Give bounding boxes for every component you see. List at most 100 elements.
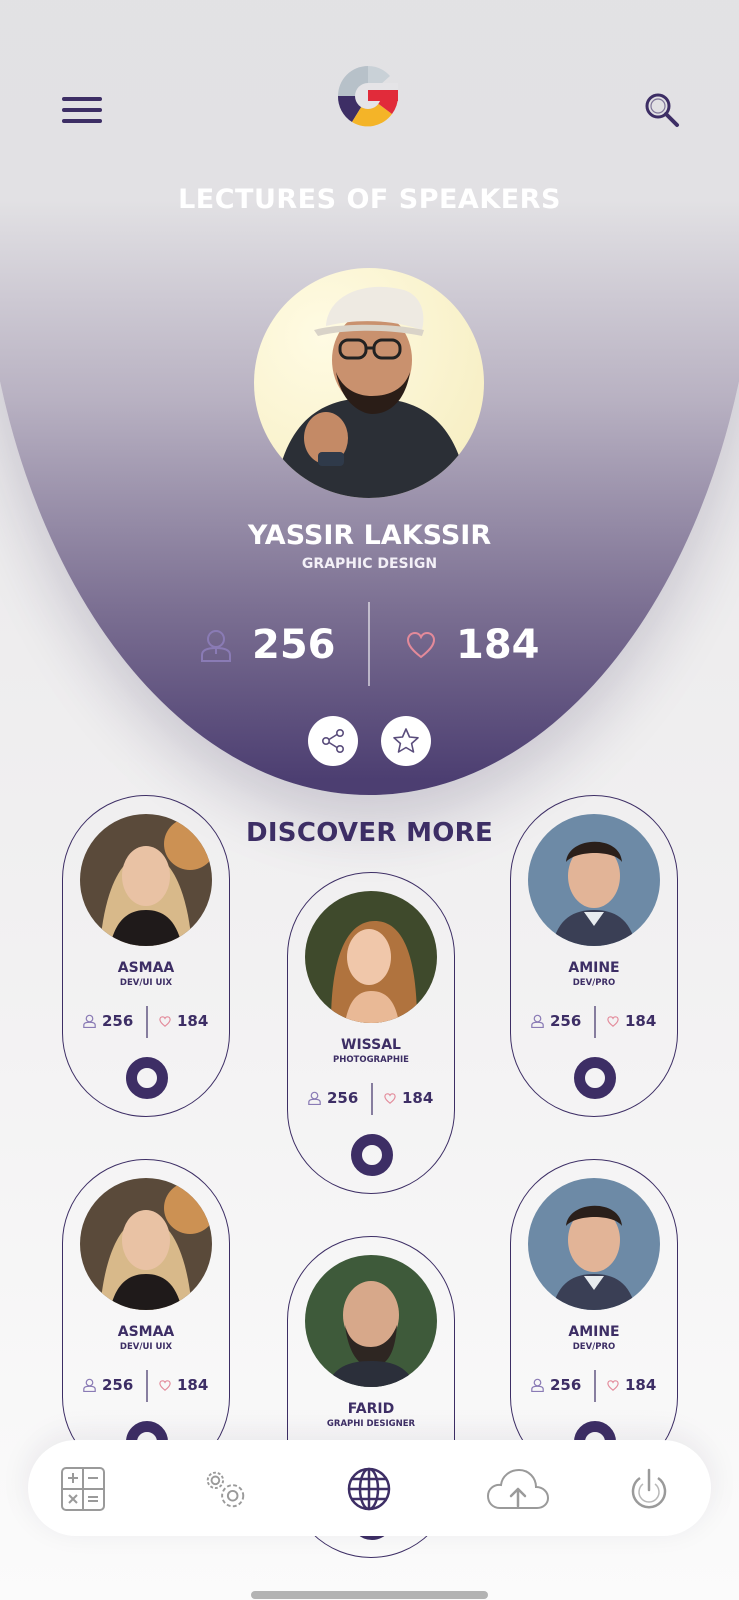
stats-divider — [371, 1083, 373, 1115]
home-indicator[interactable] — [251, 1591, 488, 1599]
app-header — [0, 0, 739, 180]
speaker-card[interactable]: ASMAA DEV/UI UIX 256 184 — [62, 795, 230, 1117]
bottom-navigation — [28, 1440, 711, 1536]
speaker-avatar — [528, 814, 660, 946]
followers-count: 256 — [550, 1376, 582, 1394]
speaker-stats: 256 184 — [511, 1370, 677, 1402]
user-icon — [531, 1014, 544, 1028]
followers-stat: 256 — [308, 1089, 358, 1107]
speaker-role: DEV/PRO — [572, 1342, 616, 1352]
featured-speaker-name: YASSIR LAKSSIR — [247, 520, 492, 551]
likes-count: 184 — [177, 1012, 209, 1030]
speaker-card[interactable]: ASMAA DEV/UI UIX 256 184 — [62, 1159, 230, 1481]
followers-count: 256 — [252, 622, 336, 668]
power-icon — [631, 1468, 667, 1509]
likes-stat: 184 — [607, 1376, 656, 1394]
likes-count: 184 — [456, 622, 540, 668]
search-icon[interactable] — [644, 92, 680, 128]
speaker-name: ASMAA — [117, 960, 175, 976]
nav-calculator[interactable] — [58, 1464, 108, 1514]
likes-count: 184 — [625, 1012, 657, 1030]
calculator-icon — [61, 1467, 105, 1511]
followers-count: 256 — [327, 1089, 359, 1107]
heart-icon — [607, 1015, 619, 1027]
stats-divider — [146, 1370, 148, 1402]
speaker-avatar — [80, 1178, 212, 1310]
nav-upload[interactable] — [486, 1464, 550, 1514]
likes-count: 184 — [625, 1376, 657, 1394]
star-icon — [393, 728, 419, 753]
speaker-name: FARID — [347, 1401, 395, 1417]
nav-settings[interactable] — [200, 1464, 250, 1514]
likes-stat: 184 — [159, 1012, 208, 1030]
likes-stat: 184 — [607, 1012, 656, 1030]
user-icon — [83, 1378, 96, 1392]
followers-stat: 256 — [83, 1376, 133, 1394]
share-icon — [321, 728, 344, 753]
heart-icon — [159, 1379, 171, 1391]
followers-stat: 256 — [200, 620, 336, 670]
followers-stat: 256 — [531, 1012, 581, 1030]
g-logo-icon[interactable] — [334, 62, 402, 130]
speaker-avatar — [305, 1255, 437, 1387]
view-speaker-button[interactable] — [126, 1057, 168, 1099]
user-icon — [83, 1014, 96, 1028]
speaker-stats: 256 184 — [288, 1083, 454, 1115]
speaker-photo-illustration — [274, 286, 469, 498]
followers-count: 256 — [102, 1012, 134, 1030]
speaker-role: DEV/UI UIX — [119, 978, 173, 988]
speaker-stats: 256 184 — [63, 1006, 229, 1038]
speaker-name: AMINE — [568, 960, 620, 976]
featured-speaker-role: GRAPHIC DESIGN — [301, 556, 438, 572]
followers-stat: 256 — [83, 1012, 133, 1030]
speaker-role: DEV/PRO — [572, 978, 616, 988]
followers-count: 256 — [102, 1376, 134, 1394]
speaker-card[interactable]: AMINE DEV/PRO 256 184 — [510, 795, 678, 1117]
heart-icon — [384, 1092, 396, 1104]
user-icon — [308, 1091, 321, 1105]
cloud-upload-icon — [486, 1468, 550, 1509]
globe-icon — [347, 1467, 391, 1511]
heart-icon — [406, 631, 436, 659]
heart-icon — [607, 1379, 619, 1391]
nav-power[interactable] — [624, 1464, 674, 1514]
followers-count: 256 — [550, 1012, 582, 1030]
user-icon — [531, 1378, 544, 1392]
nav-explore[interactable] — [344, 1464, 394, 1514]
likes-stat: 184 — [406, 620, 540, 670]
likes-count: 184 — [177, 1376, 209, 1394]
speaker-stats: 256 184 — [511, 1006, 677, 1038]
likes-count: 184 — [402, 1089, 434, 1107]
speaker-role: DEV/UI UIX — [119, 1342, 173, 1352]
speaker-card[interactable]: WISSAL PHOTOGRAPHIE 256 184 — [287, 872, 455, 1194]
heart-icon — [159, 1015, 171, 1027]
likes-stat: 184 — [159, 1376, 208, 1394]
speaker-role: PHOTOGRAPHIE — [332, 1055, 409, 1065]
share-button[interactable] — [308, 716, 358, 766]
view-speaker-button[interactable] — [351, 1134, 393, 1176]
speaker-name: AMINE — [568, 1324, 620, 1340]
speaker-name: WISSAL — [341, 1037, 401, 1053]
favorite-button[interactable] — [381, 716, 431, 766]
followers-stat: 256 — [531, 1376, 581, 1394]
speaker-stats: 256 184 — [63, 1370, 229, 1402]
speaker-name: ASMAA — [117, 1324, 175, 1340]
page-title: LECTURES OF SPEAKERS — [178, 184, 561, 215]
featured-speaker-stats: 256 184 — [0, 600, 739, 690]
speaker-avatar — [305, 891, 437, 1023]
speaker-avatar — [528, 1178, 660, 1310]
view-speaker-button[interactable] — [574, 1057, 616, 1099]
speaker-role: GRAPHI DESIGNER — [326, 1419, 416, 1429]
stats-divider — [594, 1006, 596, 1038]
stats-divider — [146, 1006, 148, 1038]
likes-stat: 184 — [384, 1089, 433, 1107]
speaker-card[interactable]: AMINE DEV/PRO 256 184 — [510, 1159, 678, 1481]
featured-speaker-avatar[interactable] — [254, 268, 484, 498]
app-screen: LECTURES OF SPEAKERS YASSIR LAKSSIR GRAP… — [0, 0, 739, 1600]
user-icon — [201, 630, 231, 662]
speaker-avatar — [80, 814, 212, 946]
stats-divider — [594, 1370, 596, 1402]
stats-divider — [368, 602, 370, 686]
hamburger-menu-icon[interactable] — [62, 97, 102, 123]
gears-icon — [206, 1471, 245, 1508]
